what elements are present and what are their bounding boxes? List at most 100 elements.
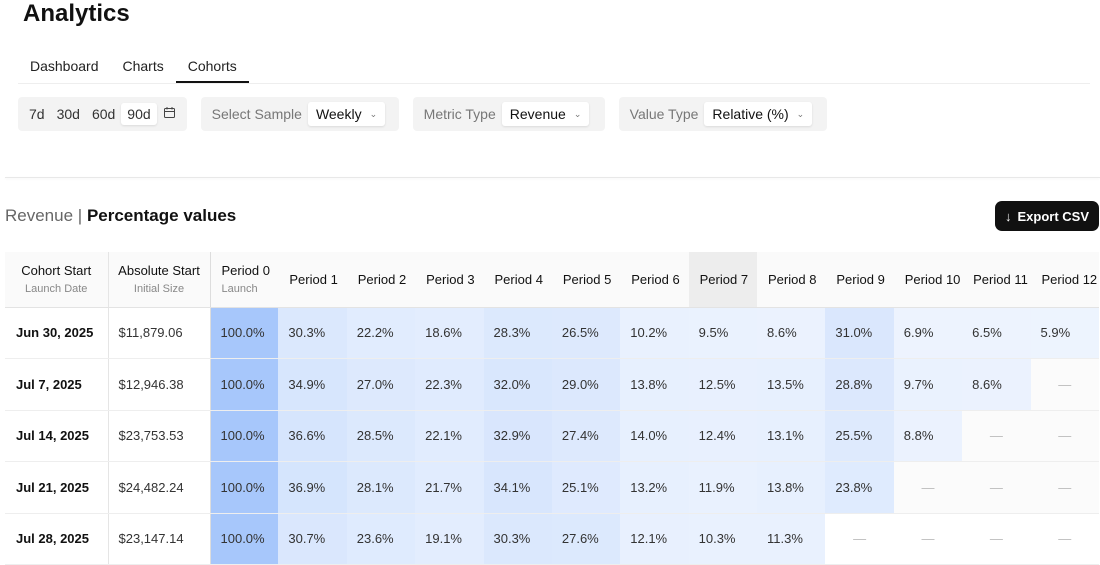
- column-header[interactable]: Period 12: [1030, 252, 1099, 308]
- header-label: Period 3: [426, 271, 475, 287]
- retention-cell: 8.6%: [757, 307, 826, 359]
- calendar-icon[interactable]: [157, 103, 182, 125]
- export-csv-button[interactable]: ↓ Export CSV: [995, 201, 1099, 231]
- header-label: Period 9: [836, 271, 885, 287]
- absolute-start: $12,946.38: [108, 358, 211, 411]
- metric-group: Metric Type Revenue ⌄: [412, 97, 605, 131]
- tab-cohorts[interactable]: Cohorts: [175, 56, 249, 83]
- retention-cell: 13.1%: [757, 410, 826, 462]
- retention-cell: 36.9%: [278, 461, 347, 514]
- header-label: Period 5: [562, 271, 612, 287]
- retention-cell: 100.0%: [210, 461, 279, 514]
- absolute-start: $24,482.24: [108, 461, 211, 514]
- column-header[interactable]: Period 6: [620, 252, 689, 308]
- column-header[interactable]: Period 7: [688, 252, 757, 308]
- empty-cell: —: [1030, 358, 1099, 411]
- absolute-start: $23,147.14: [108, 513, 211, 565]
- retention-cell: 12.1%: [620, 513, 689, 565]
- cohort-table: Cohort Start Launch Date Absolute Start Ini…: [5, 252, 1099, 565]
- retention-cell: 13.2%: [620, 461, 689, 514]
- column-header[interactable]: Period 9: [825, 252, 894, 308]
- range-90d[interactable]: 90d: [121, 103, 157, 125]
- column-header[interactable]: Period 1: [278, 252, 347, 308]
- retention-cell: 11.9%: [688, 461, 757, 514]
- metric-label: Metric Type: [423, 106, 496, 122]
- retention-cell: 34.9%: [278, 358, 347, 411]
- range-60d[interactable]: 60d: [86, 103, 121, 125]
- retention-cell: 30.3%: [278, 307, 347, 359]
- retention-cell: 25.1%: [551, 461, 621, 514]
- retention-cell: 34.1%: [483, 461, 552, 514]
- export-label: Export CSV: [1017, 208, 1089, 224]
- column-header[interactable]: Period 0 Launch: [210, 252, 279, 308]
- value-type-select[interactable]: Relative (%) ⌄: [704, 102, 813, 126]
- section-title: Revenue | Percentage values: [5, 206, 236, 226]
- header-label: Absolute Start: [118, 263, 200, 279]
- header-label: Period 8: [768, 271, 817, 287]
- retention-cell: 8.6%: [962, 358, 1031, 411]
- retention-cell: 5.9%: [1030, 307, 1099, 359]
- column-header[interactable]: Period 10: [893, 252, 963, 308]
- arrow-down-icon: ↓: [1004, 208, 1012, 224]
- sample-select[interactable]: Weekly ⌄: [307, 102, 386, 126]
- sample-group: Select Sample Weekly ⌄: [200, 97, 399, 131]
- retention-cell: 6.9%: [893, 307, 963, 359]
- tab-bar: Dashboard Charts Cohorts: [18, 56, 1090, 84]
- cohort-date: Jun 30, 2025: [5, 307, 109, 359]
- column-header[interactable]: Period 11: [962, 252, 1031, 308]
- column-header[interactable]: Cohort Start Launch Date: [5, 252, 109, 308]
- retention-cell: 23.6%: [346, 513, 416, 565]
- header-label: Period 0: [221, 263, 270, 279]
- empty-cell: —: [962, 461, 1031, 514]
- cohort-date: Jul 21, 2025: [5, 461, 109, 514]
- retention-cell: 100.0%: [210, 410, 279, 462]
- column-header[interactable]: Period 2: [346, 252, 416, 308]
- header-label: Period 2: [357, 271, 407, 287]
- metric-value: Revenue: [509, 106, 566, 122]
- retention-cell: 9.7%: [893, 358, 963, 411]
- retention-cell: 11.3%: [757, 513, 826, 565]
- range-30d[interactable]: 30d: [51, 103, 86, 125]
- header-label: Period 10: [904, 271, 961, 287]
- retention-cell: 12.4%: [688, 410, 757, 462]
- retention-cell: 30.7%: [278, 513, 347, 565]
- retention-cell: 8.8%: [893, 410, 963, 462]
- retention-cell: 22.1%: [415, 410, 484, 462]
- retention-cell: 31.0%: [825, 307, 894, 359]
- header-label: Period 7: [699, 271, 749, 287]
- retention-cell: 100.0%: [210, 307, 279, 359]
- header-label: Cohort Start: [21, 263, 92, 279]
- header-label: Period 1: [289, 271, 338, 287]
- retention-cell: 21.7%: [415, 461, 484, 514]
- cohort-date: Jul 28, 2025: [5, 513, 109, 565]
- column-header[interactable]: Absolute Start Initial Size: [108, 252, 211, 308]
- header-sublabel: Launch Date: [25, 283, 88, 296]
- column-header[interactable]: Period 4: [483, 252, 552, 308]
- empty-cell: —: [962, 513, 1031, 565]
- table-row: Jun 30, 2025 $11,879.06 100.0% 30.3% 22.2% 18…: [5, 307, 1099, 359]
- tab-charts[interactable]: Charts: [111, 56, 176, 83]
- range-7d[interactable]: 7d: [23, 103, 51, 125]
- column-header[interactable]: Period 3: [415, 252, 484, 308]
- retention-cell: 13.8%: [757, 461, 826, 514]
- retention-cell: 100.0%: [210, 513, 279, 565]
- retention-cell: 28.8%: [825, 358, 894, 411]
- date-range-group: 7d 30d 60d 90d: [18, 97, 187, 131]
- retention-cell: 6.5%: [962, 307, 1031, 359]
- retention-cell: 12.5%: [688, 358, 757, 411]
- metric-name: Revenue: [5, 206, 74, 225]
- separator: |: [73, 206, 87, 225]
- header-sublabel: Launch: [221, 283, 258, 296]
- value-type-label: Value Type: [629, 106, 699, 122]
- column-header[interactable]: Period 8: [757, 252, 826, 308]
- sample-value: Weekly: [315, 106, 362, 122]
- metric-select[interactable]: Revenue ⌄: [501, 102, 590, 126]
- absolute-start: $11,879.06: [108, 307, 211, 359]
- tab-dashboard[interactable]: Dashboard: [18, 56, 111, 83]
- retention-cell: 10.3%: [688, 513, 757, 565]
- retention-cell: 9.5%: [688, 307, 757, 359]
- retention-cell: 25.5%: [825, 410, 894, 462]
- retention-cell: 28.3%: [483, 307, 552, 359]
- column-header[interactable]: Period 5: [551, 252, 621, 308]
- empty-cell: —: [893, 461, 963, 514]
